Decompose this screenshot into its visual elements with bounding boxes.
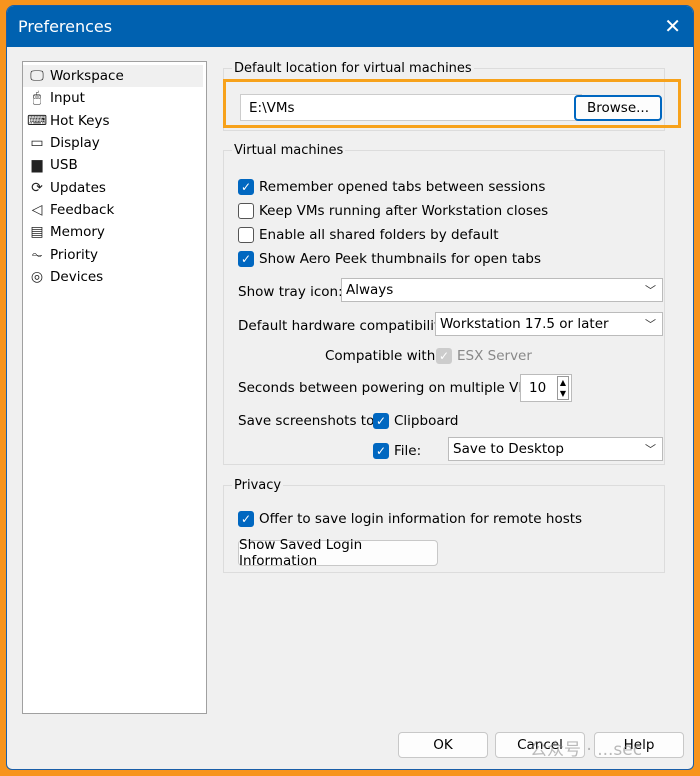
sidebar-item-hot-keys[interactable]: ⌨ Hot Keys bbox=[23, 110, 206, 132]
label: Keep VMs running after Workstation close… bbox=[259, 203, 549, 219]
label: Clipboard bbox=[394, 413, 459, 429]
sidebar-item-label: Workspace bbox=[50, 68, 124, 85]
sidebar-item-label: Updates bbox=[50, 179, 106, 196]
monitor-icon: 🖵 bbox=[30, 68, 44, 85]
chevron-down-icon: ﹀ bbox=[645, 318, 656, 331]
offer-save-login-checkbox[interactable]: ✓ Offer to save login information for rem… bbox=[238, 511, 582, 527]
cancel-button[interactable]: Cancel bbox=[495, 732, 585, 758]
file-destination-select[interactable]: Save to Desktop ﹀ bbox=[448, 437, 663, 461]
sidebar-item-label: Display bbox=[50, 135, 100, 152]
value: Workstation 17.5 or later bbox=[440, 316, 609, 332]
dialog-title: Preferences bbox=[18, 17, 113, 36]
remember-tabs-checkbox[interactable]: ✓ Remember opened tabs between sessions bbox=[238, 179, 545, 195]
sidebar-item-label: Memory bbox=[50, 224, 105, 241]
value: Always bbox=[346, 282, 394, 298]
disc-icon: ◎ bbox=[30, 268, 44, 285]
display-icon: ▭ bbox=[30, 135, 44, 152]
esx-checkbox: ✓ ESX Server bbox=[436, 348, 532, 364]
sidebar-item-workspace[interactable]: 🖵 Workspace bbox=[23, 65, 203, 88]
tray-label: Show tray icon: bbox=[238, 284, 343, 300]
sidebar-item-usb[interactable]: ▆ USB bbox=[23, 154, 206, 176]
refresh-icon: ⟳ bbox=[31, 179, 43, 196]
label: Offer to save login information for remo… bbox=[259, 511, 583, 527]
sidebar-item-priority[interactable]: ⏦ Priority bbox=[23, 243, 206, 265]
value: Save to Desktop bbox=[453, 441, 564, 457]
value: 10 bbox=[529, 380, 547, 396]
category-list[interactable]: 🖵 Workspace 🖱 Input ⌨ Hot Keys ▭ Display ▆ USB ⟳ Up… bbox=[22, 61, 207, 714]
pulse-icon: ⏦ bbox=[31, 246, 43, 263]
sidebar-item-label: Hot Keys bbox=[50, 112, 110, 129]
chevron-down-icon: ﹀ bbox=[645, 284, 656, 297]
shared-folders-checkbox[interactable]: Enable all shared folders by default bbox=[238, 227, 499, 243]
usb-icon: ▆ bbox=[31, 157, 43, 174]
chevron-down-icon: ﹀ bbox=[645, 443, 656, 456]
clipboard-checkbox[interactable]: ✓ Clipboard bbox=[373, 413, 458, 429]
close-icon[interactable]: ✕ bbox=[664, 14, 681, 38]
show-saved-login-button[interactable]: Show Saved Login Information bbox=[238, 537, 438, 569]
aero-peek-checkbox[interactable]: ✓ Show Aero Peek thumbnails for open tabs bbox=[238, 251, 541, 267]
memory-icon: ▤ bbox=[30, 224, 44, 241]
preferences-dialog: Preferences ✕ 🖵 Workspace 🖱 Input ⌨ Hot Keys ▭… bbox=[6, 5, 694, 770]
sidebar-item-label: Devices bbox=[50, 268, 104, 285]
file-checkbox[interactable]: ✓ File: bbox=[373, 443, 421, 459]
highlight-box bbox=[223, 79, 681, 128]
stepper-arrows-icon[interactable]: ▲ ▼ bbox=[556, 376, 569, 400]
seconds-stepper[interactable]: 10 ▲ ▼ bbox=[520, 374, 572, 402]
hw-label: Default hardware compatibility: bbox=[238, 318, 451, 334]
screenshots-label: Save screenshots to: bbox=[238, 413, 379, 429]
sidebar-item-input[interactable]: 🖱 Input bbox=[23, 87, 206, 109]
group-label: Virtual machines bbox=[234, 143, 344, 158]
sidebar-item-label: USB bbox=[50, 157, 78, 174]
title-bar: Preferences ✕ bbox=[7, 6, 693, 47]
ok-button[interactable]: OK bbox=[398, 732, 488, 758]
sidebar-item-display[interactable]: ▭ Display bbox=[23, 132, 206, 154]
sidebar-item-feedback[interactable]: ◁ Feedback bbox=[23, 199, 206, 221]
label: Show Aero Peek thumbnails for open tabs bbox=[259, 251, 541, 267]
tray-icon-select[interactable]: Always ﹀ bbox=[341, 278, 663, 302]
keep-running-checkbox[interactable]: Keep VMs running after Workstation close… bbox=[238, 203, 548, 219]
seconds-label: Seconds between powering on multiple VMs… bbox=[238, 380, 542, 396]
virtual-machines-group: Virtual machines ✓ Remember opened tabs b… bbox=[223, 143, 665, 465]
megaphone-icon: ◁ bbox=[31, 201, 43, 218]
sidebar-item-label: Feedback bbox=[50, 201, 115, 218]
privacy-group: Privacy ✓ Offer to save login information… bbox=[223, 478, 665, 573]
mouse-icon: 🖱 bbox=[32, 90, 42, 107]
keyboard-icon: ⌨ bbox=[26, 112, 48, 129]
sidebar-item-updates[interactable]: ⟳ Updates bbox=[23, 176, 206, 198]
help-button[interactable]: Help bbox=[594, 732, 684, 758]
hardware-compat-select[interactable]: Workstation 17.5 or later ﹀ bbox=[435, 312, 663, 336]
sidebar-item-label: Priority bbox=[50, 246, 99, 263]
sidebar-item-label: Input bbox=[50, 90, 85, 107]
group-label: Privacy bbox=[234, 478, 282, 493]
label: Remember opened tabs between sessions bbox=[259, 179, 546, 195]
label: File: bbox=[394, 443, 422, 459]
label: ESX Server bbox=[457, 348, 532, 364]
label: Enable all shared folders by default bbox=[259, 227, 499, 243]
sidebar-item-devices[interactable]: ◎ Devices bbox=[23, 266, 206, 288]
compat-label: Compatible with: bbox=[325, 348, 440, 364]
sidebar-item-memory[interactable]: ▤ Memory bbox=[23, 221, 206, 243]
group-label: Default location for virtual machines bbox=[234, 61, 472, 76]
